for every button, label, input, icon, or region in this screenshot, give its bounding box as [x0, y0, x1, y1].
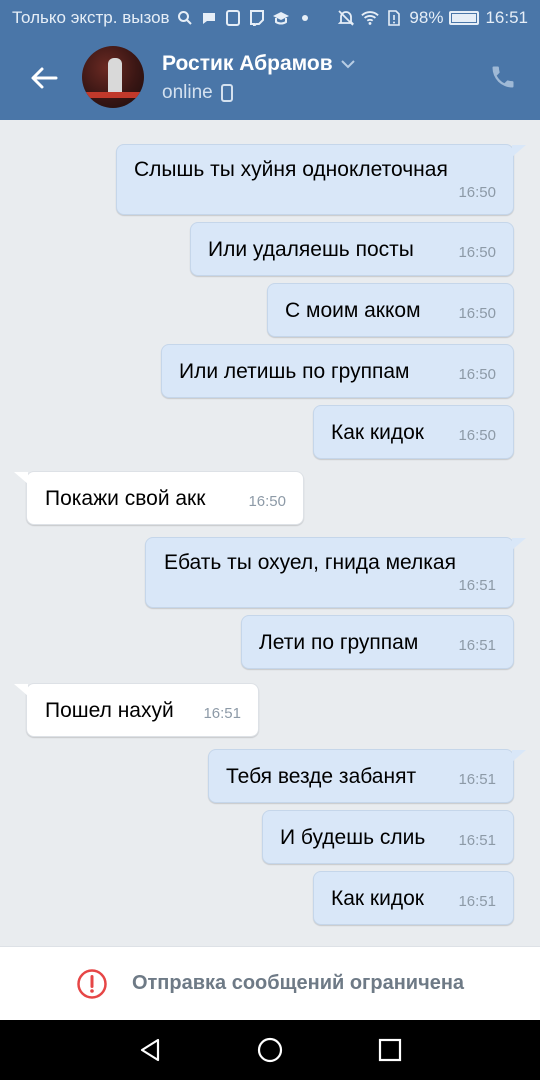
message-outgoing[interactable]: Как кидок 16:51: [313, 871, 514, 925]
message-time: 16:51: [458, 771, 496, 788]
message-outgoing[interactable]: Как кидок 16:50: [313, 405, 514, 459]
clock: 16:51: [485, 8, 528, 27]
message-incoming[interactable]: Пошел нахуй 16:51: [14, 683, 259, 737]
phone-icon: [492, 66, 514, 88]
message-time: 16:51: [458, 893, 496, 910]
message-time: 16:50: [458, 305, 496, 322]
system-navigation-bar: [0, 1020, 540, 1080]
message-text: Или летишь по группам: [179, 360, 410, 383]
message-time: 16:51: [458, 832, 496, 849]
message-text: С моим акком: [285, 299, 421, 322]
call-button[interactable]: [486, 60, 520, 94]
message-text: Как кидок: [331, 887, 424, 910]
message-time: 16:51: [458, 577, 496, 594]
chat-header: Ростик Абрамов online: [0, 36, 540, 120]
message-time: 16:50: [248, 493, 286, 510]
nav-back-button[interactable]: [133, 1033, 167, 1067]
message-text: Покажи свой акк: [45, 487, 206, 510]
chat-notification-icon: [200, 9, 218, 27]
presence-text: online: [162, 82, 213, 103]
message-text: Тебя везде забанят: [226, 765, 417, 788]
nav-home-button[interactable]: [253, 1033, 287, 1067]
file-notification-icon: [224, 9, 242, 27]
message-time: 16:50: [458, 427, 496, 444]
message-list[interactable]: Слышь ты хуйня одноклеточная 16:50 Или у…: [0, 120, 540, 946]
twitch-icon: [248, 9, 266, 27]
message-time: 16:50: [458, 366, 496, 383]
mobile-phone-icon: [220, 84, 233, 102]
message-time: 16:51: [203, 705, 241, 722]
message-outgoing[interactable]: И будешь слиь 16:51: [262, 810, 514, 864]
square-recents-icon: [378, 1038, 402, 1062]
chevron-down-icon: [340, 60, 355, 69]
message-text: Или удаляешь посты: [208, 238, 414, 261]
message-outgoing[interactable]: С моим акком 16:50: [267, 283, 514, 337]
circle-home-icon: [257, 1037, 283, 1063]
message-text: И будешь слиь: [280, 826, 426, 849]
message-outgoing[interactable]: Слышь ты хуйня одноклеточная 16:50: [116, 144, 526, 215]
message-outgoing[interactable]: Тебя везде забанят 16:51: [208, 749, 526, 803]
message-time: 16:50: [458, 244, 496, 261]
carrier-text: Только экстр. вызов: [12, 8, 170, 27]
message-text: Как кидок: [331, 421, 424, 444]
triangle-back-icon: [140, 1038, 160, 1062]
arrow-left-icon: [31, 67, 58, 89]
message-outgoing[interactable]: Ебать ты охуел, гнида мелкая 16:51: [145, 537, 526, 608]
message-text: Слышь ты хуйня одноклеточная: [134, 158, 448, 181]
graduation-cap-icon: [272, 9, 290, 27]
nav-recents-button[interactable]: [373, 1033, 407, 1067]
restriction-text: Отправка сообщений ограничена: [131, 972, 465, 994]
avatar[interactable]: [82, 46, 144, 108]
message-text: Лети по группам: [259, 631, 419, 654]
contact-name-button[interactable]: Ростик Абрамов: [162, 52, 355, 76]
message-time: 16:50: [458, 184, 496, 201]
wifi-icon: [361, 9, 380, 27]
status-bar: Только экстр. вызов 98% 16:51: [0, 0, 540, 36]
battery-percent: 98%: [409, 8, 444, 27]
sim-alert-icon: [385, 9, 403, 27]
messaging-restricted-banner: Отправка сообщений ограничена: [0, 946, 540, 1020]
mute-icon: [337, 9, 355, 27]
message-incoming[interactable]: Покажи свой акк 16:50: [14, 471, 304, 525]
date-divider: [180, 120, 360, 130]
message-outgoing[interactable]: Или летишь по группам 16:50: [161, 344, 514, 398]
message-outgoing[interactable]: Лети по группам 16:51: [241, 615, 514, 669]
warning-circle-icon: [77, 968, 107, 999]
message-outgoing[interactable]: Или удаляешь посты 16:50: [190, 222, 514, 276]
more-dot-icon: [296, 9, 314, 27]
message-text: Ебать ты охуел, гнида мелкая: [164, 551, 456, 574]
message-text: Пошел нахуй: [45, 699, 174, 722]
back-button[interactable]: [22, 56, 66, 100]
battery-icon: [449, 11, 480, 25]
contact-name: Ростик Абрамов: [162, 52, 333, 75]
search-icon: [176, 9, 194, 27]
presence-status: online: [162, 82, 233, 104]
message-time: 16:51: [458, 637, 496, 654]
